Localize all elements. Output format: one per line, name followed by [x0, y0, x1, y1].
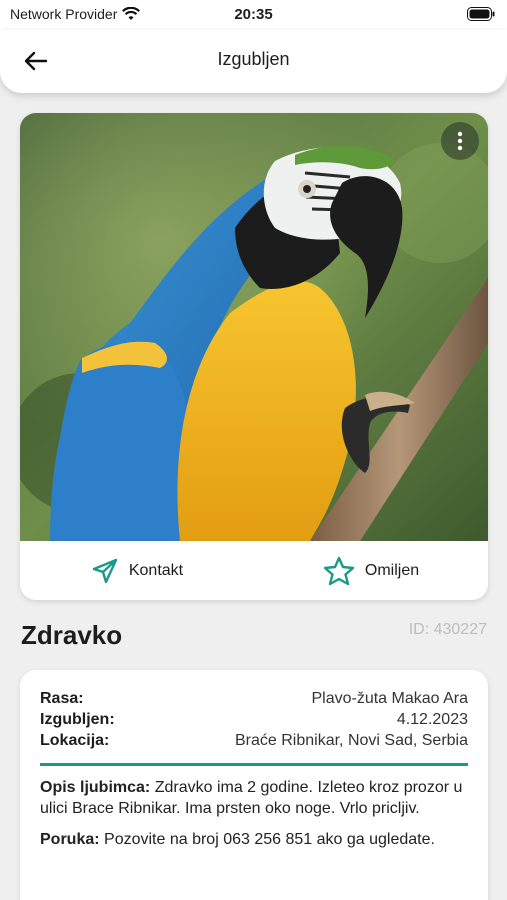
star-icon [323, 556, 355, 585]
status-bar: Network Provider 20:35 [0, 0, 507, 30]
detail-value: 4.12.2023 [396, 711, 468, 728]
pet-info-card: Rasa: Plavo-žuta Makao Ara Izgubljen: 4.… [20, 670, 488, 900]
app-bar: Izgubljen [0, 30, 507, 93]
pet-photo [20, 113, 488, 541]
more-options-button[interactable] [441, 122, 479, 160]
battery-icon [467, 7, 495, 21]
detail-row-location: Lokacija: Braće Ribnikar, Novi Sad, Serb… [40, 730, 468, 751]
action-bar: Kontakt Omiljen [20, 541, 488, 600]
page-title: Izgubljen [217, 49, 290, 69]
detail-label: Izgubljen: [40, 711, 115, 728]
status-time: 20:35 [234, 6, 273, 23]
detail-value: Plavo-žuta Makao Ara [311, 690, 468, 707]
contact-button[interactable]: Kontakt [20, 541, 254, 600]
contact-label: Kontakt [128, 561, 184, 579]
description-label: Opis ljubimca: [40, 779, 151, 796]
pet-id: ID: 430227 [408, 621, 487, 638]
detail-label: Lokacija: [40, 732, 110, 749]
favorite-button[interactable]: Omiljen [254, 541, 488, 600]
more-vertical-icon [457, 131, 463, 151]
section-divider [40, 763, 468, 766]
detail-row-breed: Rasa: Plavo-žuta Makao Ara [40, 688, 468, 709]
detail-row-lost-date: Izgubljen: 4.12.2023 [40, 709, 468, 730]
pet-name: Zdravko [21, 620, 123, 650]
detail-label: Rasa: [40, 690, 84, 707]
message-label: Poruka: [40, 831, 100, 848]
owner-message: Poruka: Pozovite na broj 063 256 851 ako… [40, 829, 468, 850]
detail-value: Braće Ribnikar, Novi Sad, Serbia [235, 732, 468, 749]
pet-photo-card: Kontakt Omiljen [20, 113, 488, 600]
send-icon [92, 558, 118, 583]
message-text: Pozovite na broj 063 256 851 ako ga ugle… [99, 831, 435, 848]
pet-description: Opis ljubimca: Zdravko ima 2 godine. Izl… [40, 777, 468, 819]
favorite-label: Omiljen [364, 561, 420, 579]
